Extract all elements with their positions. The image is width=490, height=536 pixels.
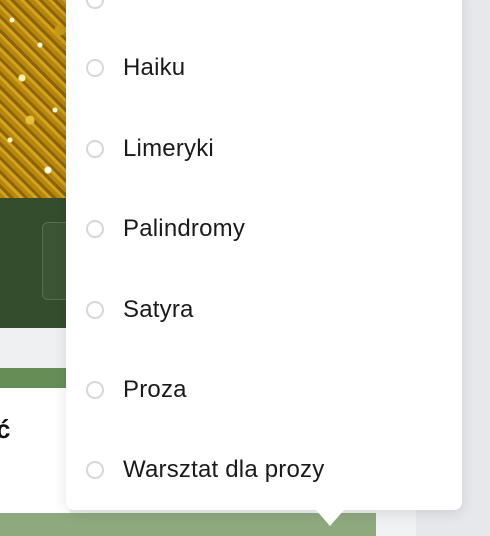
option-label: Limeryki: [123, 135, 214, 162]
radio-button-icon[interactable]: [86, 140, 104, 158]
radio-button-icon[interactable]: [86, 0, 104, 9]
option-label: Satyra: [123, 296, 194, 323]
radio-button-icon[interactable]: [86, 461, 104, 479]
radio-button-icon[interactable]: [86, 301, 104, 319]
dropdown-option-palindromy[interactable]: Palindromy: [86, 209, 245, 249]
card-title-partial: ć: [0, 414, 11, 444]
radio-button-icon[interactable]: [86, 220, 104, 238]
glitter-hero-image: [0, 0, 70, 198]
content-card: [0, 388, 70, 513]
option-label: Haiku: [123, 54, 186, 81]
dropdown-option-proza[interactable]: Proza: [86, 370, 187, 410]
dropdown-option-haiku[interactable]: Haiku: [86, 48, 185, 88]
dropdown-option-satyra[interactable]: Satyra: [86, 290, 194, 330]
dropdown-option-limeryki[interactable]: Limeryki: [86, 129, 214, 169]
radio-button-icon[interactable]: [86, 59, 104, 77]
dropdown-pointer-arrow: [316, 510, 344, 526]
dropdown-option-partial[interactable]: [86, 0, 123, 20]
category-dropdown-menu: Haiku Limeryki Palindromy Satyra Proza W…: [66, 0, 462, 526]
dropdown-option-warsztat-dla-prozy[interactable]: Warsztat dla prozy: [86, 450, 324, 490]
option-label: Palindromy: [123, 215, 246, 242]
content-gap: [0, 328, 70, 368]
card-header-strip: [0, 368, 70, 388]
option-label: Proza: [123, 376, 187, 403]
radio-button-icon[interactable]: [86, 381, 104, 399]
option-label: Warsztat dla prozy: [123, 456, 325, 483]
